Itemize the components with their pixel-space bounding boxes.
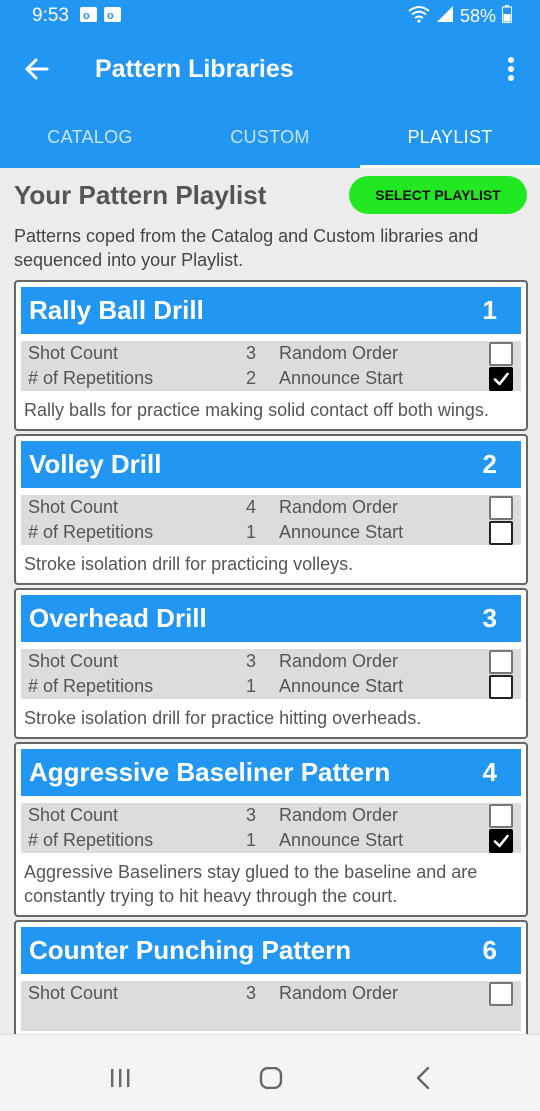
- pattern-header: Overhead Drill 3: [21, 595, 521, 642]
- outlook-icon: o: [80, 7, 97, 22]
- announce-start-checkbox[interactable]: [489, 367, 513, 391]
- pattern-stats: Shot Count 3 Random Order # of Repetitio…: [21, 803, 521, 853]
- random-order-checkbox[interactable]: [489, 982, 513, 1006]
- pattern-number: 6: [482, 935, 497, 965]
- random-order-label: Random Order: [279, 651, 399, 671]
- random-order-checkbox[interactable]: [489, 650, 513, 674]
- random-order-checkbox[interactable]: [489, 496, 513, 520]
- status-time: 9:53: [32, 5, 69, 26]
- tab-catalog[interactable]: CATALOG: [0, 114, 180, 168]
- svg-text:o: o: [107, 10, 114, 22]
- announce-start-label: Announce Start: [279, 676, 404, 696]
- random-order-checkbox[interactable]: [489, 804, 513, 828]
- pattern-number: 1: [482, 295, 497, 325]
- tab-custom[interactable]: CUSTOM: [180, 114, 360, 168]
- repetitions-label: # of Repetitions: [28, 830, 154, 850]
- pattern-stats: Shot Count 3 Random Order # of Repetitio…: [21, 341, 521, 391]
- random-order-label: Random Order: [279, 983, 399, 1003]
- battery-text: 58%: [459, 6, 496, 26]
- home-icon[interactable]: [259, 1066, 283, 1094]
- system-nav-bar: [0, 1034, 540, 1111]
- shot-count-label: Shot Count: [28, 805, 119, 825]
- shot-count-value: 3: [246, 343, 257, 363]
- random-order-label: Random Order: [279, 805, 399, 825]
- random-order-label: Random Order: [279, 497, 399, 517]
- pattern-card[interactable]: Rally Ball Drill 1 Shot Count 3 Random O…: [14, 280, 528, 431]
- pattern-header: Aggressive Baseliner Pattern 4: [21, 749, 521, 796]
- pattern-name: Volley Drill: [29, 449, 162, 479]
- announce-start-checkbox[interactable]: [489, 675, 513, 699]
- playlist-content[interactable]: Your Pattern Playlist SELECT PLAYLIST Pa…: [0, 168, 540, 1034]
- pattern-number: 4: [482, 757, 497, 787]
- random-order-checkbox[interactable]: [489, 342, 513, 366]
- select-playlist-button[interactable]: SELECT PLAYLIST: [349, 176, 527, 214]
- pattern-header: Volley Drill 2: [21, 441, 521, 488]
- back-icon[interactable]: [412, 1066, 436, 1094]
- arrow-left-icon[interactable]: [22, 54, 52, 84]
- pattern-stats: Shot Count 3 Random Order: [21, 981, 521, 1031]
- pattern-header: Rally Ball Drill 1: [21, 287, 521, 334]
- more-vert-icon[interactable]: [498, 54, 524, 84]
- pattern-name: Counter Punching Pattern: [29, 935, 352, 965]
- status-bar: 9:53 o o 58%: [0, 0, 540, 32]
- recent-apps-icon[interactable]: [108, 1067, 132, 1094]
- repetitions-value: 1: [246, 830, 257, 850]
- shot-count-label: Shot Count: [28, 343, 119, 363]
- wifi-icon: [408, 5, 430, 28]
- pattern-card[interactable]: Aggressive Baseliner Pattern 4 Shot Coun…: [14, 742, 528, 917]
- repetitions-value: 1: [246, 522, 257, 542]
- tab-bar: CATALOG CUSTOM PLAYLIST: [0, 114, 540, 168]
- shot-count-label: Shot Count: [28, 497, 119, 517]
- announce-start-checkbox[interactable]: [489, 521, 513, 545]
- shot-count-value: 3: [246, 651, 257, 671]
- shot-count-label: Shot Count: [28, 983, 119, 1003]
- repetitions-label: # of Repetitions: [28, 676, 154, 696]
- playlist-heading: Your Pattern Playlist: [14, 180, 267, 210]
- outlook-icon: o: [104, 7, 121, 22]
- announce-start-label: Announce Start: [279, 368, 404, 388]
- shot-count-value: 3: [246, 805, 257, 825]
- repetitions-label: # of Repetitions: [28, 368, 154, 388]
- announce-start-label: Announce Start: [279, 830, 404, 850]
- svg-text:o: o: [83, 10, 90, 22]
- pattern-stats: Shot Count 4 Random Order # of Repetitio…: [21, 495, 521, 545]
- announce-start-label: Announce Start: [279, 522, 404, 542]
- repetitions-value: 1: [246, 676, 257, 696]
- pattern-description: Aggressive Baseliners stay glued to the …: [24, 862, 478, 906]
- pattern-card[interactable]: Volley Drill 2 Shot Count 4 Random Order…: [14, 434, 528, 585]
- signal-icon: [436, 5, 454, 28]
- battery-icon: [502, 5, 512, 28]
- pattern-name: Aggressive Baseliner Pattern: [29, 757, 391, 787]
- pattern-number: 3: [482, 603, 497, 633]
- shot-count-value: 3: [246, 983, 257, 1003]
- shot-count-value: 4: [246, 497, 257, 517]
- repetitions-value: 2: [246, 368, 257, 388]
- playlist-description: Patterns coped from the Catalog and Cust…: [14, 226, 479, 270]
- pattern-number: 2: [482, 449, 497, 479]
- repetitions-label: # of Repetitions: [28, 522, 154, 542]
- pattern-header: Counter Punching Pattern 6: [21, 927, 521, 974]
- pattern-description: Stroke isolation drill for practice hitt…: [24, 708, 422, 728]
- random-order-label: Random Order: [279, 343, 399, 363]
- pattern-name: Rally Ball Drill: [29, 295, 204, 325]
- pattern-description: Rally balls for practice making solid co…: [24, 400, 489, 420]
- announce-start-checkbox[interactable]: [489, 829, 513, 853]
- pattern-card[interactable]: Overhead Drill 3 Shot Count 3 Random Ord…: [14, 588, 528, 739]
- tab-playlist[interactable]: PLAYLIST: [360, 114, 540, 168]
- page-title: Pattern Libraries: [95, 55, 294, 83]
- pattern-card[interactable]: Counter Punching Pattern 6 Shot Count 3 …: [14, 920, 528, 1034]
- pattern-description: Stroke isolation drill for practicing vo…: [24, 554, 354, 574]
- pattern-name: Overhead Drill: [29, 603, 207, 633]
- pattern-stats: Shot Count 3 Random Order # of Repetitio…: [21, 649, 521, 699]
- pattern-list: Rally Ball Drill 1 Shot Count 3 Random O…: [14, 280, 528, 1034]
- app-bar: Pattern Libraries CATALOG CUSTOM PLAYLIS…: [0, 32, 540, 168]
- shot-count-label: Shot Count: [28, 651, 119, 671]
